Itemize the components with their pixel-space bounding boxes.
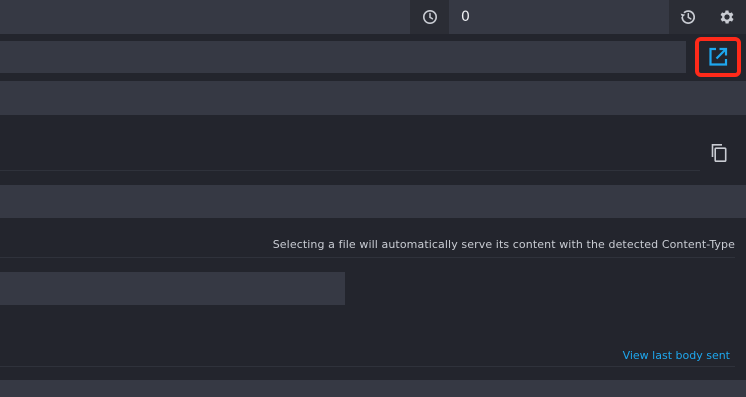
app-window: 0 Selecting a file will automatically se… — [0, 0, 746, 397]
settings-button[interactable] — [710, 0, 744, 34]
view-last-body-link[interactable]: View last body sent — [623, 349, 730, 362]
section-divider — [0, 257, 735, 258]
history-icon — [679, 8, 697, 26]
clock-icon — [422, 9, 438, 25]
open-in-new-icon — [707, 46, 729, 68]
url-field[interactable] — [0, 41, 686, 73]
copy-button[interactable] — [706, 140, 732, 166]
file-hint-text: Selecting a file will automatically serv… — [272, 238, 735, 251]
body-editor[interactable] — [0, 380, 746, 397]
copy-icon — [710, 143, 728, 163]
delay-input[interactable]: 0 — [449, 0, 669, 34]
delay-icon-box — [412, 0, 448, 34]
top-input-field[interactable] — [0, 0, 410, 34]
header-field[interactable] — [0, 81, 746, 115]
file-select-field[interactable] — [0, 272, 345, 305]
section-divider — [0, 366, 735, 367]
gear-icon — [718, 8, 736, 26]
history-button[interactable] — [672, 0, 704, 34]
open-in-new-window-button[interactable] — [695, 37, 741, 77]
section-divider — [0, 170, 700, 171]
content-type-field[interactable] — [0, 185, 746, 218]
